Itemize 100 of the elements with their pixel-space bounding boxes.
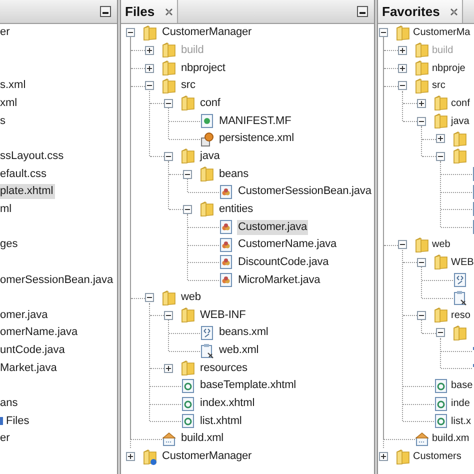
tree-item[interactable]: src	[432, 78, 446, 94]
tree-item[interactable]: efault.css	[0, 166, 48, 182]
tree-item[interactable]: MicroMarket.java	[237, 272, 322, 288]
tree-toggle[interactable]	[436, 328, 445, 338]
folder-icon	[162, 42, 176, 58]
tree-toggle[interactable]	[164, 152, 173, 161]
tree-item[interactable]: er	[0, 431, 12, 446]
folder-icon	[181, 95, 195, 112]
tree-toggle[interactable]	[145, 293, 154, 302]
tree-item[interactable]: nbproje	[432, 60, 466, 76]
tree-item[interactable]: CustomerMa	[413, 25, 470, 40]
tree-toggle[interactable]	[417, 116, 426, 126]
descriptor-file-icon	[200, 342, 214, 359]
tree-toggle[interactable]	[417, 258, 426, 267]
tree-toggle[interactable]	[398, 46, 407, 55]
tree-toggle[interactable]	[379, 452, 388, 462]
tree-item[interactable]: list.xhtml	[199, 414, 243, 429]
class-file-icon	[219, 272, 233, 288]
web-page-icon	[434, 413, 448, 430]
tree-item[interactable]: CustomerName.java	[237, 237, 338, 252]
tree-toggle[interactable]	[126, 452, 135, 462]
tree-item[interactable]: beans.xml	[218, 325, 270, 340]
tree-item[interactable]: omer.java	[0, 308, 50, 323]
tree-item[interactable]: list.x	[451, 414, 471, 429]
tree-item[interactable]: ges	[0, 237, 20, 252]
folder-icon	[162, 290, 176, 306]
tree-item[interactable]: build.xm	[432, 431, 470, 446]
tree-item[interactable]: web	[432, 237, 450, 252]
tree-item[interactable]: resources	[199, 360, 248, 376]
close-icon[interactable]	[450, 8, 458, 16]
tree-item[interactable]: CustomerManager	[161, 449, 253, 464]
tree-item[interactable]: web.xml	[218, 343, 260, 358]
tree-toggle[interactable]	[417, 310, 426, 320]
tree-item[interactable]: ans	[0, 396, 20, 412]
tree-toggle[interactable]	[436, 152, 445, 161]
minimize-button[interactable]	[100, 6, 111, 17]
tree-toggle[interactable]	[398, 240, 407, 250]
tree-item[interactable]: omerSessionBean.java	[0, 272, 116, 288]
folder-icon	[162, 60, 176, 76]
tree-item[interactable]: er	[0, 25, 12, 40]
tree-toggle[interactable]	[436, 134, 445, 144]
tree-toggle[interactable]	[183, 204, 192, 214]
class-file-icon	[219, 254, 233, 270]
tree-item[interactable]: s	[0, 114, 8, 129]
tree-item[interactable]: untCode.java	[0, 343, 67, 358]
tree-toggle[interactable]	[183, 170, 192, 179]
tree-item[interactable]: entities	[218, 202, 254, 217]
tree-item[interactable]: persistence.xml	[218, 131, 295, 146]
tree-item[interactable]: build.xml	[180, 431, 225, 446]
tree-toggle[interactable]	[145, 64, 154, 73]
tree-item[interactable]: Market.java	[0, 360, 59, 376]
tree-toggle[interactable]	[379, 28, 388, 38]
tree-toggle[interactable]	[145, 46, 154, 55]
web-page-icon	[434, 378, 448, 394]
tree-toggle[interactable]	[164, 364, 173, 373]
tree-item[interactable]: reso	[451, 308, 470, 323]
tree-item[interactable]: xml	[0, 96, 20, 111]
folder-icon	[415, 236, 429, 253]
panel-tab[interactable]: Files	[121, 0, 178, 23]
folder-icon	[143, 24, 157, 41]
tree-item[interactable]: DiscountCode.java	[237, 254, 330, 270]
tree-item[interactable]: omerName.java	[0, 325, 80, 340]
tree-item[interactable]: java	[451, 114, 470, 129]
config-file-icon	[200, 130, 214, 147]
tree-toggle[interactable]	[164, 98, 173, 108]
tree-item[interactable]: java	[199, 148, 221, 164]
tree-toggle[interactable]	[398, 64, 407, 73]
tree-item[interactable]: base	[451, 378, 473, 394]
tree-item[interactable]: conf	[451, 96, 470, 111]
tree-item[interactable]: Customer.java	[237, 220, 308, 235]
folder-icon	[453, 324, 467, 341]
minimize-button[interactable]	[357, 6, 368, 17]
tree-item[interactable]: conf	[199, 96, 222, 111]
tree-item[interactable]: baseTemplate.xhtml	[199, 378, 298, 394]
tree-item[interactable]: CustomerManager	[161, 25, 253, 40]
tree-item[interactable]: nbproject	[180, 60, 226, 76]
close-icon[interactable]	[164, 8, 173, 16]
tree-item[interactable]: src	[180, 78, 196, 94]
tree-item[interactable]: Customers	[413, 449, 462, 464]
tree-item[interactable]: MANIFEST.MF	[218, 114, 292, 129]
tree-toggle[interactable]	[398, 81, 407, 90]
tree-item[interactable]: s.xml	[0, 78, 28, 94]
tree-toggle[interactable]	[164, 310, 173, 320]
tree-item[interactable]: index.xhtml	[199, 396, 256, 412]
tree-item[interactable]: CustomerSessionBean.java	[237, 184, 372, 200]
folder-icon	[162, 78, 176, 94]
tree-item[interactable]: inde	[451, 396, 470, 412]
tree-toggle[interactable]	[417, 98, 426, 108]
tree-item[interactable]: beans	[218, 166, 250, 182]
tree-item[interactable]: ssLayout.css	[0, 148, 66, 164]
tree-item[interactable]: plate.xhtml	[0, 184, 56, 200]
tree-item[interactable]: ml	[0, 202, 14, 217]
tree-item[interactable]: WEB	[451, 254, 474, 270]
tree-item[interactable]: WEB-INF	[199, 308, 247, 323]
panel-tab[interactable]: Favorites	[378, 0, 463, 23]
tree-item[interactable]: Files	[6, 414, 32, 429]
tree-toggle[interactable]	[126, 28, 135, 38]
folder-icon	[200, 166, 214, 182]
tree-item[interactable]: web	[180, 290, 202, 306]
tree-toggle[interactable]	[145, 81, 154, 90]
